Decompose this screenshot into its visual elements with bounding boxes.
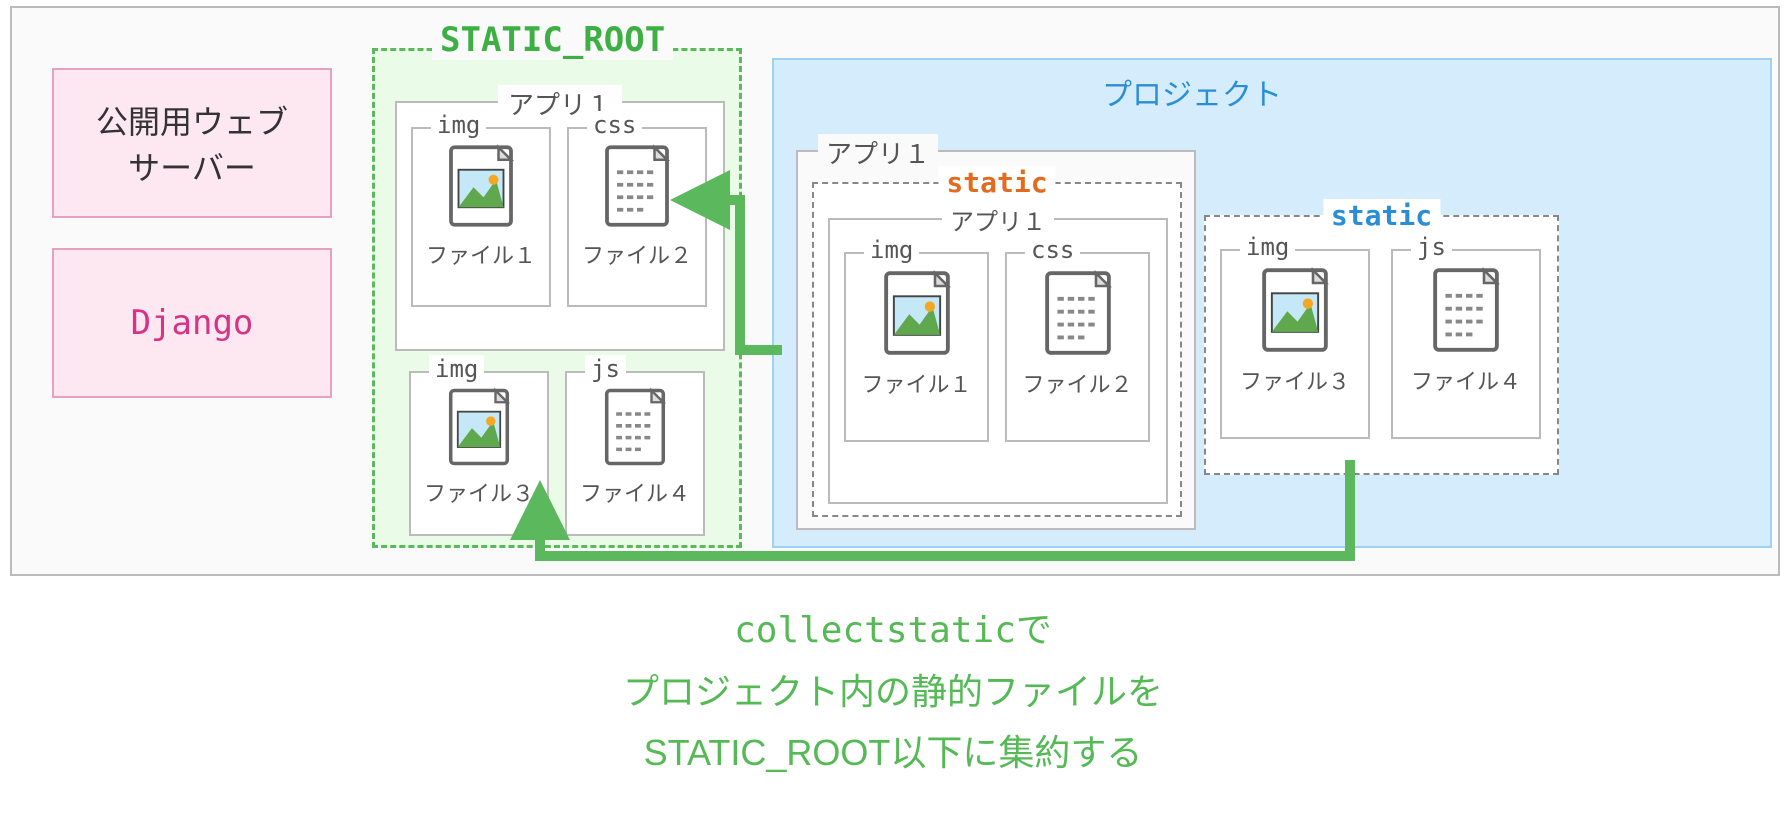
p-static2-folder-js: js ファイル４ xyxy=(1391,249,1541,439)
django-label: Django xyxy=(131,303,254,343)
project-app1-static-label: static xyxy=(938,166,1055,199)
project-app1-outer-label: アプリ１ xyxy=(818,134,938,171)
project-static2-label: static xyxy=(1323,199,1440,232)
folder-type-label: img xyxy=(429,355,484,383)
text-file-icon xyxy=(567,387,703,472)
p-app1-folder-img: img ファイル１ xyxy=(844,252,989,442)
project-app1-inner-label: アプリ１ xyxy=(942,202,1054,237)
text-file-icon xyxy=(1007,268,1148,363)
static-root-app1: アプリ１ img ファイル１ css ファイル２ xyxy=(395,101,725,351)
web-server-box: 公開用ウェブ サーバー xyxy=(52,68,332,218)
outer-container: 公開用ウェブ サーバー Django アプリ１ img ファイル１ css ファ… xyxy=(10,6,1780,576)
image-file-icon xyxy=(411,387,547,472)
file-name: ファイル２ xyxy=(569,238,705,270)
web-server-label: 公開用ウェブ サーバー xyxy=(96,97,288,189)
folder-type-label: img xyxy=(1240,233,1295,261)
sr-folder-img2: img ファイル３ xyxy=(409,371,549,536)
file-name: ファイル１ xyxy=(846,367,987,399)
file-name: ファイル４ xyxy=(1393,364,1539,396)
folder-type-label: img xyxy=(431,111,486,139)
project-app1-static: static アプリ１ img ファイル１ css ファイル２ xyxy=(812,182,1182,517)
static-root-title: STATIC_ROOT xyxy=(432,20,673,60)
project-static2: static img ファイル３ js ファイル４ xyxy=(1204,215,1559,475)
file-name: ファイル４ xyxy=(567,476,703,508)
project-title: プロジェクト xyxy=(1102,70,1282,114)
folder-type-label: img xyxy=(864,236,919,264)
file-name: ファイル３ xyxy=(1222,364,1368,396)
project-app1-inner: アプリ１ img ファイル１ css ファイル２ xyxy=(828,218,1168,504)
folder-type-label: css xyxy=(1025,236,1080,264)
caption-line1: collectstaticで xyxy=(0,600,1786,661)
p-app1-folder-css: css ファイル２ xyxy=(1005,252,1150,442)
django-box: Django xyxy=(52,248,332,398)
image-file-icon xyxy=(413,143,549,234)
caption: collectstaticで プロジェクト内の静的ファイルを STATIC_RO… xyxy=(0,600,1786,784)
static-root-box: アプリ１ img ファイル１ css ファイル２ img ファイル３ js ファ… xyxy=(372,48,742,548)
file-name: ファイル１ xyxy=(413,238,549,270)
folder-type-label: js xyxy=(1411,233,1452,261)
image-file-icon xyxy=(846,268,987,363)
project-box: アプリ１ static アプリ１ img ファイル１ css ファイル２ xyxy=(772,58,1772,548)
text-file-icon xyxy=(1393,265,1539,360)
text-file-icon xyxy=(569,143,705,234)
sr-folder-img1: img ファイル１ xyxy=(411,127,551,307)
caption-line2: プロジェクト内の静的ファイルを xyxy=(0,661,1786,722)
folder-type-label: js xyxy=(585,355,626,383)
file-name: ファイル３ xyxy=(411,476,547,508)
file-name: ファイル２ xyxy=(1007,367,1148,399)
caption-line3: STATIC_ROOT以下に集約する xyxy=(0,722,1786,783)
folder-type-label: css xyxy=(587,111,642,139)
p-static2-folder-img: img ファイル３ xyxy=(1220,249,1370,439)
image-file-icon xyxy=(1222,265,1368,360)
sr-folder-css: css ファイル２ xyxy=(567,127,707,307)
sr-folder-js: js ファイル４ xyxy=(565,371,705,536)
project-app1-outer: アプリ１ static アプリ１ img ファイル１ css ファイル２ xyxy=(796,150,1196,530)
